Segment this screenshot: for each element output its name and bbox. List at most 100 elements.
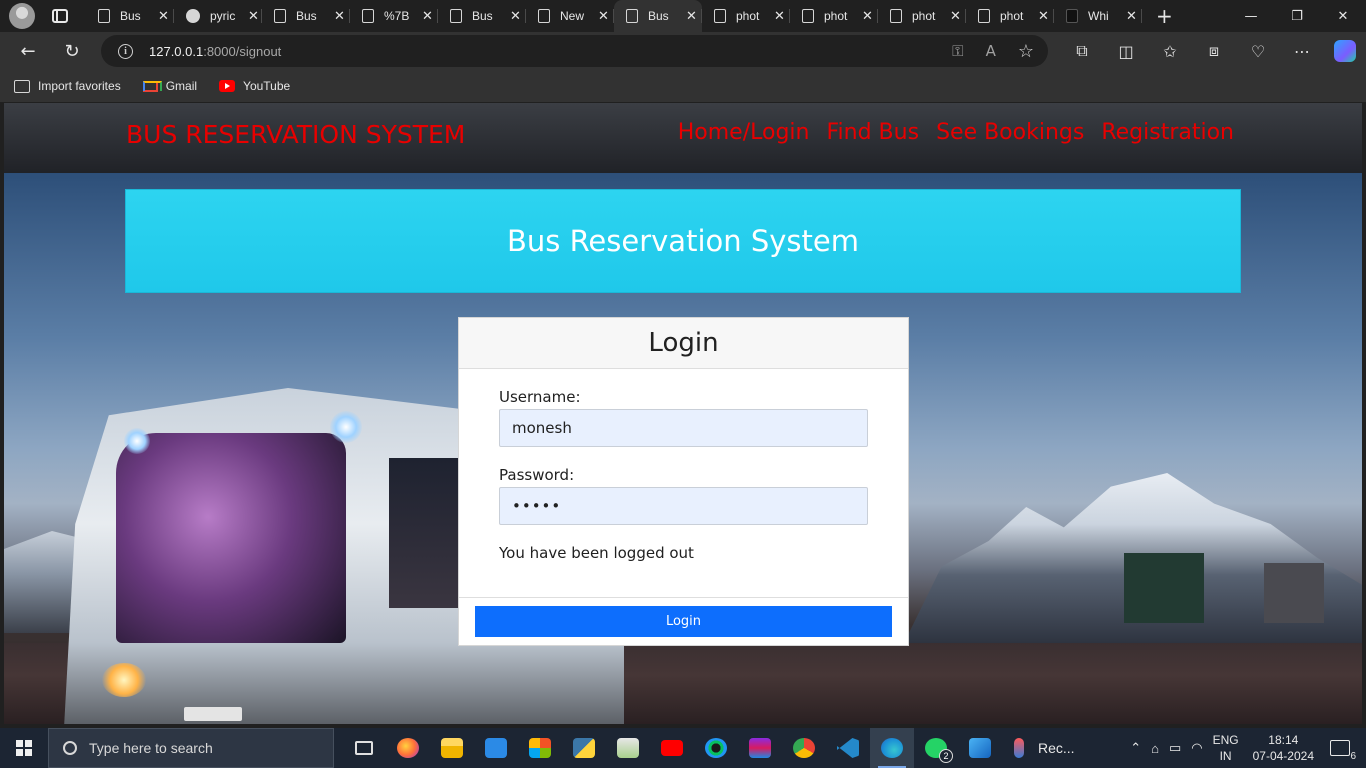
- back-arrow-icon[interactable]: ←: [8, 35, 48, 67]
- profile-avatar[interactable]: [9, 3, 35, 29]
- photos-icon[interactable]: [958, 728, 1002, 768]
- wifi-icon[interactable]: ◠: [1191, 740, 1202, 756]
- read-aloud-icon[interactable]: A: [986, 42, 996, 60]
- tab-label: Whi: [1088, 9, 1109, 23]
- browser-tab[interactable]: Whi ✕: [1054, 0, 1142, 32]
- password-key-icon[interactable]: ⚿: [952, 42, 963, 60]
- browser-tab[interactable]: Bus ✕: [86, 0, 174, 32]
- store-icon[interactable]: [518, 728, 562, 768]
- close-window-icon[interactable]: ✕: [1320, 0, 1366, 32]
- webex-icon[interactable]: [694, 728, 738, 768]
- browser-tab[interactable]: phot ✕: [790, 0, 878, 32]
- password-input[interactable]: [499, 487, 868, 525]
- taskbar-apps: 2: [342, 728, 1002, 768]
- edge-icon[interactable]: [870, 728, 914, 768]
- notepad-icon[interactable]: [606, 728, 650, 768]
- close-tab-icon[interactable]: ✕: [510, 8, 521, 24]
- favorite-youtube[interactable]: YouTube: [219, 79, 290, 93]
- system-tray: ⌃ ⌂ ▭ ◠ ENG IN 18:14 07-04-2024 6: [1130, 728, 1366, 768]
- mail-icon[interactable]: [474, 728, 518, 768]
- banner-title: Bus Reservation System: [506, 224, 859, 258]
- site-brand[interactable]: BUS RESERVATION SYSTEM: [126, 120, 465, 149]
- close-tab-icon[interactable]: ✕: [1126, 8, 1137, 24]
- close-tab-icon[interactable]: ✕: [334, 8, 345, 24]
- battery-icon[interactable]: ▭: [1169, 740, 1181, 756]
- favorite-import[interactable]: Import favorites: [14, 79, 121, 93]
- close-tab-icon[interactable]: ✕: [950, 8, 961, 24]
- nav-see-bookings[interactable]: See Bookings: [936, 120, 1084, 145]
- task-view-icon[interactable]: [342, 728, 386, 768]
- split-screen-icon[interactable]: ◫: [1104, 32, 1148, 70]
- site-info-icon[interactable]: i: [118, 43, 133, 59]
- close-tab-icon[interactable]: ✕: [862, 8, 873, 24]
- close-tab-icon[interactable]: ✕: [1038, 8, 1049, 24]
- browser-tab[interactable]: pyric ✕: [174, 0, 262, 32]
- minimize-icon[interactable]: —: [1228, 0, 1274, 32]
- browser-essentials-icon[interactable]: ♡: [1236, 32, 1280, 70]
- nav-links: Home/Login Find Bus See Bookings Registr…: [678, 120, 1234, 145]
- new-tab-button[interactable]: +: [1156, 4, 1173, 28]
- refresh-icon[interactable]: ↻: [52, 35, 92, 67]
- browser-tab[interactable]: Bus ✕: [262, 0, 350, 32]
- page-icon: [802, 9, 814, 23]
- building: [1124, 553, 1204, 623]
- page-icon: [626, 9, 638, 23]
- favorites-bar: Import favorites Gmail YouTube: [0, 70, 1366, 102]
- username-input[interactable]: [499, 409, 868, 447]
- restore-icon[interactable]: ❐: [1274, 0, 1320, 32]
- python-icon[interactable]: [562, 728, 606, 768]
- clock[interactable]: 18:14 07-04-2024: [1253, 732, 1314, 764]
- taskbar-search[interactable]: Type here to search: [48, 728, 334, 768]
- start-button[interactable]: [0, 728, 48, 768]
- extensions-icon[interactable]: ⧉: [1060, 32, 1104, 70]
- browser-tab[interactable]: New ✕: [526, 0, 614, 32]
- bus-light: [330, 411, 362, 443]
- browser-tab[interactable]: Bus ✕: [438, 0, 526, 32]
- browser-tab[interactable]: %7B ✕: [350, 0, 438, 32]
- login-button[interactable]: Login: [475, 606, 892, 637]
- nav-home-login[interactable]: Home/Login: [678, 120, 810, 145]
- meet-now-icon[interactable]: ⌂: [1151, 741, 1159, 756]
- firefox-icon[interactable]: [386, 728, 430, 768]
- more-menu-icon[interactable]: ⋯: [1280, 32, 1324, 70]
- page-icon: [890, 9, 902, 23]
- close-tab-icon[interactable]: ✕: [158, 8, 169, 24]
- bus-plate: [184, 707, 242, 721]
- page-icon: [274, 9, 286, 23]
- close-tab-icon[interactable]: ✕: [248, 8, 259, 24]
- tab-label: phot: [824, 9, 848, 23]
- window-controls: — ❐ ✕: [1228, 0, 1366, 32]
- page-icon: [978, 9, 990, 23]
- recorder-app[interactable]: Rec...: [1006, 738, 1086, 758]
- building: [1264, 563, 1324, 623]
- close-tab-icon[interactable]: ✕: [686, 8, 697, 24]
- close-tab-icon[interactable]: ✕: [774, 8, 785, 24]
- favorite-star-icon[interactable]: ☆: [1018, 41, 1034, 62]
- close-tab-icon[interactable]: ✕: [598, 8, 609, 24]
- browser-tab[interactable]: phot ✕: [702, 0, 790, 32]
- favorite-gmail[interactable]: Gmail: [142, 79, 197, 93]
- chrome-icon[interactable]: [782, 728, 826, 768]
- chevron-up-icon[interactable]: ⌃: [1130, 740, 1141, 756]
- language-indicator[interactable]: ENG IN: [1213, 732, 1239, 764]
- collections-icon[interactable]: ⧈: [1192, 32, 1236, 70]
- nav-registration[interactable]: Registration: [1101, 120, 1234, 145]
- favorites-icon[interactable]: ✩: [1148, 32, 1192, 70]
- url-text[interactable]: 127.0.0.1:8000/signout: [149, 44, 281, 59]
- close-tab-icon[interactable]: ✕: [422, 8, 433, 24]
- winrar-icon[interactable]: [738, 728, 782, 768]
- browser-tab[interactable]: Bus ✕: [614, 0, 702, 32]
- file-explorer-icon[interactable]: [430, 728, 474, 768]
- youtube-app-icon[interactable]: [650, 728, 694, 768]
- browser-tab[interactable]: phot ✕: [966, 0, 1054, 32]
- tab-actions-icon[interactable]: [52, 9, 68, 23]
- browser-tab[interactable]: phot ✕: [878, 0, 966, 32]
- notification-center-icon[interactable]: 6: [1330, 740, 1356, 762]
- whatsapp-icon[interactable]: 2: [914, 728, 958, 768]
- vscode-icon[interactable]: [826, 728, 870, 768]
- nav-find-bus[interactable]: Find Bus: [826, 120, 919, 145]
- youtube-icon: [219, 80, 236, 92]
- site-navbar: BUS RESERVATION SYSTEM Home/Login Find B…: [4, 103, 1362, 173]
- address-bar[interactable]: i 127.0.0.1:8000/signout ⚿ A ☆: [101, 35, 1048, 67]
- copilot-icon[interactable]: [1334, 40, 1356, 62]
